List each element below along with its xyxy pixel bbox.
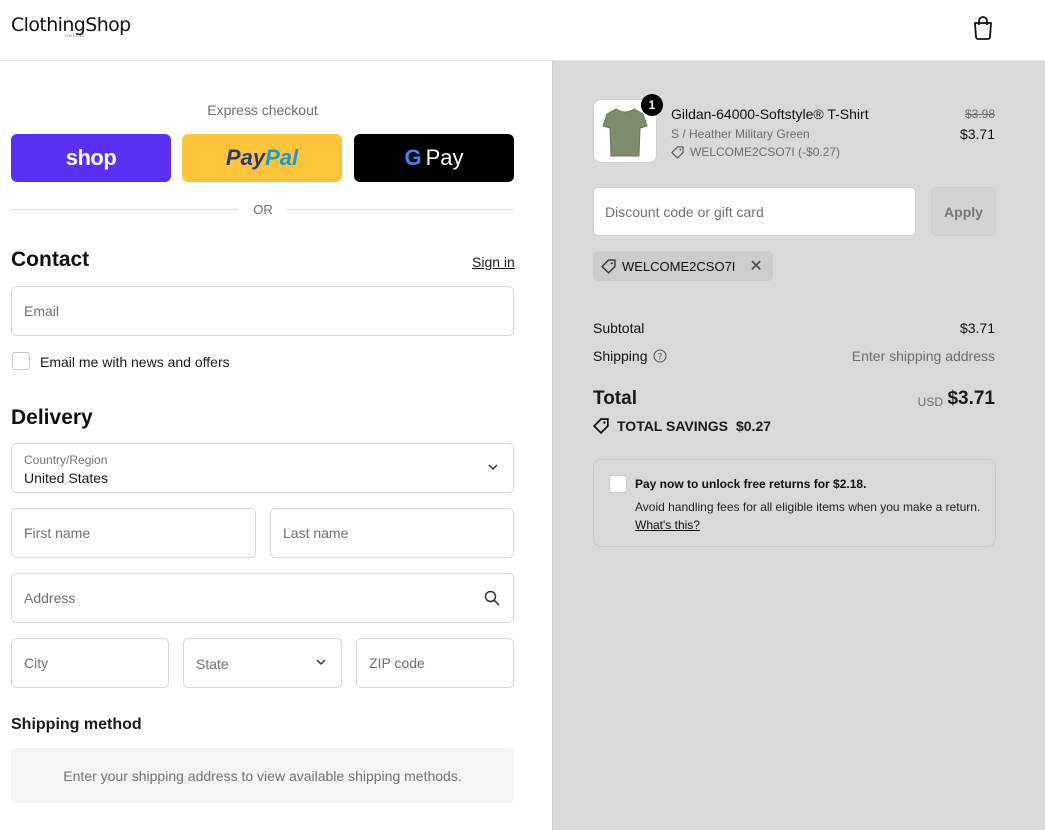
total-savings-value: $0.27 — [735, 418, 772, 434]
total-savings-label: TOTAL SAVINGS — [617, 418, 728, 434]
product-discount-text: WELCOME2CSO7I (-$0.27) — [690, 145, 841, 159]
order-summary: 1 Gildan-64000-Softstyle® T-Shirt S / He… — [552, 61, 1045, 830]
country-label: Country/Region — [24, 453, 108, 467]
product-variant: S / Heather Military Green — [671, 127, 810, 141]
tshirt-icon — [602, 108, 648, 157]
apply-discount-button[interactable]: Apply — [931, 187, 996, 236]
total-savings: TOTAL SAVINGS $0.27 — [593, 418, 771, 434]
remove-discount-icon[interactable]: ✕ — [749, 256, 762, 276]
paypal-label-part2: Pal — [265, 145, 299, 170]
email-input[interactable] — [12, 287, 513, 335]
city-input[interactable] — [12, 639, 168, 687]
free-returns-description: Avoid handling fees for all eligible ite… — [635, 500, 981, 514]
svg-text:?: ? — [658, 353, 663, 363]
zip-input[interactable] — [357, 639, 513, 687]
email-field[interactable] — [11, 286, 514, 336]
total-value: $3.71 — [947, 388, 995, 409]
zip-field[interactable] — [356, 638, 514, 688]
sign-in-link[interactable]: Sign in — [472, 254, 515, 270]
first-name-field[interactable] — [11, 508, 256, 558]
shipping-method-title: Shipping method — [11, 716, 142, 733]
shopping-bag-icon[interactable] — [972, 16, 994, 40]
product-name: Gildan-64000-Softstyle® T-Shirt — [671, 106, 869, 122]
help-icon[interactable]: ? — [653, 349, 667, 363]
free-returns-checkbox[interactable] — [609, 475, 627, 493]
product-original-price: $3.98 — [964, 107, 995, 121]
delivery-title: Delivery — [11, 406, 93, 429]
shop-pay-label: shop — [65, 145, 117, 170]
product-price: $3.71 — [959, 126, 995, 142]
newsletter-label: Email me with news and offers — [40, 354, 230, 370]
last-name-input[interactable] — [271, 509, 513, 557]
header: ClothingShop ONLINE — [0, 0, 1045, 61]
last-name-field[interactable] — [270, 508, 514, 558]
search-icon[interactable] — [484, 590, 500, 606]
country-select[interactable]: Country/Region United States — [11, 443, 514, 493]
tag-icon — [601, 258, 616, 274]
google-g-icon: G — [404, 145, 422, 170]
country-value: United States — [24, 470, 109, 486]
shipping-method-placeholder: Enter your shipping address to view avai… — [11, 748, 514, 803]
state-select[interactable]: State — [183, 638, 342, 688]
free-returns-box: Pay now to unlock free returns for $2.18… — [593, 459, 996, 547]
first-name-input[interactable] — [12, 509, 255, 557]
whats-this-link[interactable]: What's this? — [635, 518, 700, 532]
checkout-form: Express checkout shop Pay Pal G Pay OR Co… — [0, 61, 552, 830]
subtotal-label: Subtotal — [593, 320, 645, 336]
total-currency: USD — [917, 395, 943, 409]
state-placeholder: State — [196, 656, 229, 672]
address-input[interactable] — [12, 574, 513, 622]
discount-code-field[interactable] — [593, 187, 916, 236]
or-label: OR — [253, 202, 273, 217]
or-divider-right — [287, 209, 514, 210]
shipping-label: Shipping — [593, 348, 648, 364]
tag-icon — [593, 418, 609, 434]
newsletter-checkbox[interactable] — [12, 352, 30, 370]
applied-discount-code: WELCOME2CSO7I — [622, 258, 736, 274]
shop-pay-button[interactable]: shop — [11, 134, 171, 182]
shipping-method-message: Enter your shipping address to view avai… — [63, 768, 462, 784]
address-field[interactable] — [11, 573, 514, 623]
store-logo-subtitle: ONLINE — [65, 33, 86, 38]
quantity-badge: 1 — [641, 94, 663, 116]
google-pay-label: Pay — [425, 145, 464, 170]
product-discount: WELCOME2CSO7I (-$0.27) — [671, 145, 840, 159]
subtotal-value: $3.71 — [959, 320, 995, 336]
google-pay-button[interactable]: G Pay — [354, 134, 514, 182]
shipping-value: Enter shipping address — [851, 348, 995, 364]
or-divider-left — [11, 209, 239, 210]
tag-icon — [671, 145, 684, 159]
discount-code-input[interactable] — [594, 188, 915, 235]
contact-title: Contact — [11, 248, 90, 271]
applied-discount-chip: WELCOME2CSO7I ✕ — [593, 251, 773, 281]
express-checkout-label: Express checkout — [207, 102, 318, 118]
city-field[interactable] — [11, 638, 169, 688]
paypal-label-part1: Pay — [225, 145, 266, 170]
chevron-down-icon — [488, 464, 498, 471]
chevron-down-icon — [316, 659, 326, 666]
free-returns-title: Pay now to unlock free returns for $2.18… — [635, 477, 867, 491]
paypal-button[interactable]: Pay Pal — [182, 134, 342, 182]
total-label: Total — [593, 388, 637, 409]
